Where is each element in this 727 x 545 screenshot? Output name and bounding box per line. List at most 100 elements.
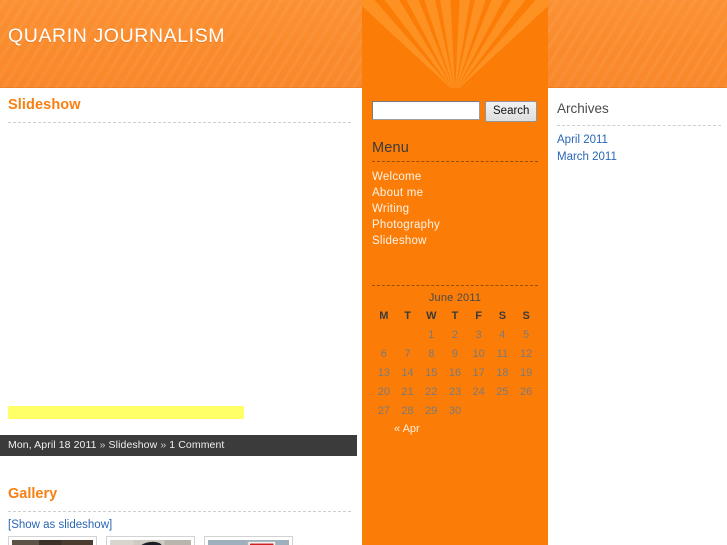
list-item: April 2011 (557, 132, 617, 149)
menu-item: Writing (372, 201, 440, 217)
gallery-title-divider (8, 511, 351, 512)
calendar-day: 20 (377, 386, 390, 398)
gallery-thumbnail[interactable]: L V (204, 536, 293, 545)
calendar-day: 10 (472, 348, 485, 360)
menu-link-photography[interactable]: Photography (372, 217, 440, 233)
calendar-day: 17 (472, 367, 485, 379)
calendar-day: 8 (428, 348, 435, 360)
calendar-day: 23 (448, 386, 462, 398)
calendar-day: 12 (519, 348, 533, 360)
calendar-weekday: F (475, 310, 483, 322)
menu-link-writing[interactable]: Writing (372, 201, 440, 217)
calendar-day: 9 (451, 348, 459, 360)
calendar-day: 25 (496, 386, 509, 398)
search-button[interactable]: Search (485, 101, 538, 122)
calendar-day (372, 326, 396, 345)
menu-list: Welcome About me Writing Photography Sli… (372, 169, 440, 249)
menu-link-welcome[interactable]: Welcome (372, 169, 440, 185)
gallery-row: L V (8, 536, 348, 545)
gallery-thumbnail-grid: L V (8, 536, 348, 545)
archives-divider (557, 125, 721, 126)
main-content-column: Slideshow Mon, April 18 2011» Slideshow» 1… (0, 88, 357, 545)
calendar-day: 29 (425, 405, 438, 417)
archives-widget-title: Archives (557, 101, 609, 116)
calendar-day: 6 (380, 348, 387, 360)
calendar-day (514, 402, 538, 421)
menu-item: About me (372, 185, 440, 201)
calendar-day (467, 402, 491, 421)
calendar-day: 14 (401, 367, 414, 379)
archive-link-march-2011[interactable]: March 2011 (557, 149, 617, 166)
calendar-widget: June 2011 M T W T F S S 1 2 3 4 5 6 7 8 … (372, 292, 538, 435)
calendar-week-row: 20 21 22 23 24 25 26 (372, 383, 538, 402)
show-as-slideshow-link[interactable]: [Show as slideshow] (8, 519, 112, 531)
center-sidebar-column: Search Menu Welcome About me Writing Pho… (362, 0, 548, 545)
entry-meta-category[interactable]: Slideshow (109, 439, 158, 451)
right-sidebar-column: Archives April 2011 March 2011 (548, 88, 727, 545)
calendar-day: 26 (519, 386, 533, 398)
gallery-thumbnail[interactable] (106, 536, 195, 545)
calendar-day: 4 (499, 329, 506, 341)
calendar-day: 21 (401, 386, 414, 398)
calendar-day: 13 (377, 367, 390, 379)
search-form: Search (372, 101, 538, 122)
calendar-day (491, 402, 515, 421)
thumbnail-image (12, 540, 93, 545)
entry-highlight-bar (8, 406, 244, 419)
calendar-day: 2 (451, 329, 459, 341)
calendar-day: 19 (519, 367, 533, 379)
entry-meta-bar: Mon, April 18 2011» Slideshow» 1 Comment (0, 435, 357, 456)
entry-title-divider (8, 122, 351, 123)
calendar-day: 24 (472, 386, 485, 398)
calendar-week-row: 6 7 8 9 10 11 12 (372, 345, 538, 364)
menu-link-about-me[interactable]: About me (372, 185, 440, 201)
calendar-weekday: S (522, 310, 530, 322)
calendar-week-row: 27 28 29 30 (372, 402, 538, 421)
menu-item: Photography (372, 217, 440, 233)
calendar-weekday: T (451, 310, 459, 322)
search-input[interactable] (372, 101, 480, 120)
calendar-day: 5 (523, 329, 530, 341)
calendar-day: 22 (425, 386, 438, 398)
calendar-day: 1 (428, 329, 435, 341)
calendar-week-row: 13 14 15 16 17 18 19 (372, 364, 538, 383)
calendar-day: 28 (401, 405, 414, 417)
calendar-day: 16 (448, 367, 462, 379)
calendar-caption: June 2011 (428, 292, 482, 304)
calendar-day: 15 (425, 367, 438, 379)
thumbnail-image (110, 540, 191, 545)
thumbnail-image: L V (208, 540, 289, 545)
meta-separator-1: » (99, 439, 106, 451)
calendar-prev-month-link[interactable]: « Apr (394, 423, 420, 435)
calendar-day (396, 326, 420, 345)
calendar-week-row: 1 2 3 4 5 (372, 326, 538, 345)
calendar-day: 30 (448, 405, 462, 417)
menu-divider (372, 161, 538, 162)
entry-title: Slideshow (8, 97, 81, 113)
archives-list: April 2011 March 2011 (557, 132, 617, 166)
calendar-weekday-row: M T W T F S S (372, 307, 538, 326)
page-root: QUARIN JOURNALISM Slideshow Mon, April 1… (0, 0, 727, 545)
calendar-day: 11 (496, 348, 509, 360)
entry-meta-comments[interactable]: 1 Comment (169, 439, 224, 451)
entry-meta-date: Mon, April 18 2011 (8, 439, 97, 451)
gallery-title: Gallery (8, 486, 58, 502)
calendar-weekday: T (404, 310, 411, 322)
menu-item: Welcome (372, 169, 440, 185)
archive-link-april-2011[interactable]: April 2011 (557, 132, 617, 149)
menu-widget-title: Menu (372, 140, 410, 156)
calendar-nav: « Apr (372, 423, 538, 435)
calendar-day: 18 (496, 367, 509, 379)
menu-link-slideshow[interactable]: Slideshow (372, 233, 440, 249)
calendar-day: 3 (475, 329, 482, 341)
calendar-day: 7 (404, 348, 411, 360)
menu-item: Slideshow (372, 233, 440, 249)
site-title: QUARIN JOURNALISM (8, 25, 226, 47)
calendar-table: M T W T F S S 1 2 3 4 5 6 7 8 9 10 11 12… (372, 307, 538, 421)
calendar-weekday: W (426, 310, 437, 322)
gallery-thumbnail[interactable] (8, 536, 97, 545)
calendar-weekday: S (498, 310, 507, 322)
meta-separator-2: » (160, 439, 167, 451)
calendar-divider (372, 285, 538, 286)
calendar-day: 27 (377, 405, 390, 417)
